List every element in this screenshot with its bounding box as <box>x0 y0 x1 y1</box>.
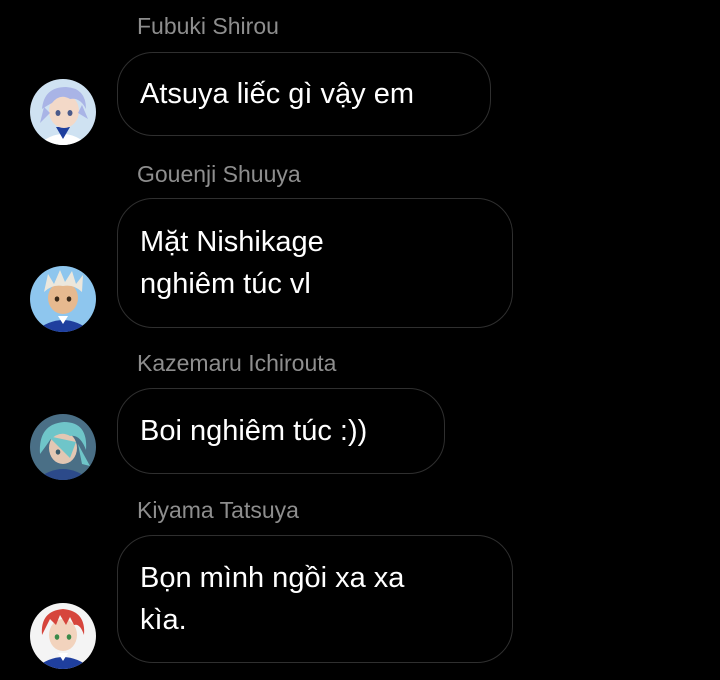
kiyama-avatar[interactable] <box>30 603 96 669</box>
sender-name: Kiyama Tatsuya <box>137 497 299 523</box>
kazemaru-avatar[interactable] <box>30 414 96 480</box>
sender-name: Gouenji Shuuya <box>137 161 301 187</box>
message-text: Atsuya liếc gì vậy em <box>140 78 414 110</box>
sender-name: Fubuki Shirou <box>137 13 279 39</box>
message-text: Bọn mình ngồi xa xa <box>140 562 405 594</box>
sender-name: Kazemaru Ichirouta <box>137 350 337 376</box>
message-text: Boi nghiêm túc :)) <box>140 415 368 447</box>
message-bubble[interactable]: Bọn mình ngồi xa xa kìa. <box>117 535 513 663</box>
message-bubble[interactable]: Atsuya liếc gì vậy em <box>117 52 491 136</box>
message-bubble[interactable]: Mặt Nishikage nghiêm túc vl <box>117 198 513 328</box>
message-text: kìa. <box>140 604 187 636</box>
message-text: Mặt Nishikage <box>140 226 324 258</box>
gouenji-avatar[interactable] <box>30 266 96 332</box>
message-text: nghiêm túc vl <box>140 268 311 300</box>
message-bubble[interactable]: Boi nghiêm túc :)) <box>117 388 445 474</box>
fubuki-avatar[interactable] <box>30 79 96 145</box>
